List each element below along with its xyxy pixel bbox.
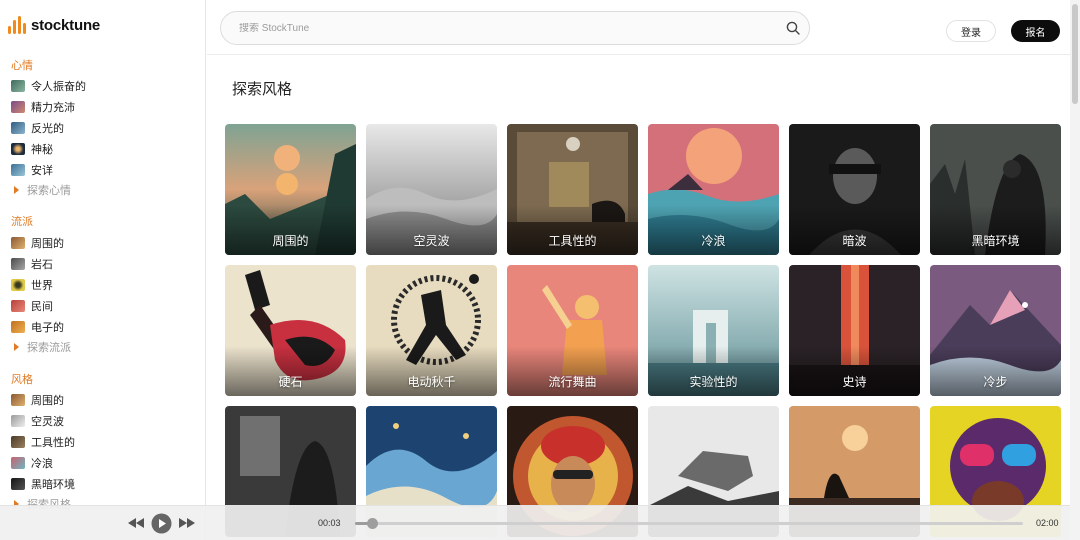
- audio-player: 00:03 02:00: [0, 505, 1070, 540]
- card-label: 冷步: [983, 375, 1008, 389]
- card-label: 流行舞曲: [548, 375, 597, 389]
- sidebar-item-ethereal[interactable]: 空灵波: [11, 412, 64, 430]
- explore-genres-link[interactable]: 探索流派: [14, 338, 71, 356]
- thumbnail-icon: [11, 143, 25, 155]
- sidebar-item-chillwave[interactable]: 冷浪: [11, 454, 53, 472]
- thumbnail-icon: [11, 457, 25, 469]
- style-card-electro-swing[interactable]: 电动秋千: [366, 265, 497, 396]
- style-card-experimental[interactable]: 实验性的: [648, 265, 779, 396]
- play-icon[interactable]: [151, 513, 172, 534]
- thumbnail-icon: [11, 258, 25, 270]
- logo[interactable]: stocktune: [8, 16, 100, 34]
- logo-icon: [8, 16, 26, 34]
- sidebar-item-electronic[interactable]: 电子的: [11, 318, 64, 336]
- thumbnail-icon: [11, 164, 25, 176]
- login-button[interactable]: 登录: [946, 20, 996, 42]
- scrollbar[interactable]: [1070, 0, 1080, 540]
- sidebar-item-mysterious[interactable]: 神秘: [11, 140, 53, 158]
- fast-forward-icon[interactable]: [179, 518, 195, 528]
- current-time: 00:03: [318, 518, 341, 528]
- section-title-style: 风格: [11, 374, 33, 386]
- sidebar-item-world[interactable]: 世界: [11, 276, 53, 294]
- sidebar-item-energetic[interactable]: 精力充沛: [11, 98, 75, 116]
- card-label: 实验性的: [689, 375, 738, 389]
- search-input[interactable]: [239, 22, 759, 34]
- thumbnail-icon: [11, 237, 25, 249]
- card-label: 工具性的: [548, 234, 597, 248]
- sidebar: stocktune 心情 令人振奋的 精力充沛 反光的 神秘 安详 探索心情 流…: [0, 0, 206, 540]
- sidebar-item-ambient-style[interactable]: 周围的: [11, 391, 64, 409]
- style-card-pop-dance[interactable]: 流行舞曲: [507, 265, 638, 396]
- sidebar-item-folk[interactable]: 民间: [11, 297, 53, 315]
- section-title-genre: 流派: [11, 216, 33, 228]
- sidebar-item-reflective[interactable]: 反光的: [11, 119, 64, 137]
- search-bar[interactable]: [220, 11, 810, 45]
- style-card-epic[interactable]: 史诗: [789, 265, 920, 396]
- card-label: 史诗: [842, 375, 867, 389]
- section-title-mood: 心情: [11, 60, 33, 72]
- sidebar-item-ambient[interactable]: 周围的: [11, 234, 64, 252]
- style-card-chillstep[interactable]: 冷步: [930, 265, 1061, 396]
- sidebar-item-rock[interactable]: 岩石: [11, 255, 53, 273]
- thumbnail-icon: [11, 436, 25, 448]
- style-card-hard-rock[interactable]: 硬石: [225, 265, 356, 396]
- page-title: 探索风格: [232, 81, 293, 98]
- thumbnail-icon: [11, 321, 25, 333]
- style-card-ambient[interactable]: 周围的: [225, 124, 356, 255]
- sidebar-item-uplifting[interactable]: 令人振奋的: [11, 77, 86, 95]
- thumbnail-icon: [11, 394, 25, 406]
- total-time: 02:00: [1036, 518, 1059, 528]
- card-label: 黑暗环境: [971, 234, 1020, 248]
- thumbnail-icon: [11, 122, 25, 134]
- card-label: 周围的: [272, 234, 309, 248]
- triangle-right-icon: [14, 186, 19, 194]
- scrollbar-thumb[interactable]: [1072, 4, 1078, 104]
- progress-track[interactable]: [355, 518, 1023, 529]
- card-label: 暗波: [842, 234, 867, 248]
- card-label: 电动秋千: [407, 375, 456, 389]
- style-card-ethereal[interactable]: 空灵波: [366, 124, 497, 255]
- thumbnail-icon: [11, 478, 25, 490]
- thumbnail-icon: [11, 101, 25, 113]
- style-card-chillwave[interactable]: 冷浪: [648, 124, 779, 255]
- sidebar-item-serene[interactable]: 安详: [11, 161, 53, 179]
- style-card-dark-ambient[interactable]: 黑暗环境: [930, 124, 1061, 255]
- style-card-darkwave[interactable]: 暗波: [789, 124, 920, 255]
- thumbnail-icon: [11, 300, 25, 312]
- sidebar-item-instrumental[interactable]: 工具性的: [11, 433, 75, 451]
- signup-button[interactable]: 报名: [1011, 20, 1060, 42]
- rewind-icon[interactable]: [128, 518, 144, 528]
- brand-name: stocktune: [31, 16, 101, 34]
- header-divider: [207, 54, 1070, 55]
- card-label: 硬石: [278, 375, 303, 389]
- thumbnail-icon: [11, 415, 25, 427]
- triangle-right-icon: [14, 343, 19, 351]
- style-card-instrumental[interactable]: 工具性的: [507, 124, 638, 255]
- thumbnail-icon: [11, 279, 25, 291]
- thumbnail-icon: [11, 80, 25, 92]
- card-label: 空灵波: [413, 234, 450, 248]
- card-label: 冷浪: [701, 234, 726, 248]
- sidebar-item-dark-ambient[interactable]: 黑暗环境: [11, 475, 75, 493]
- explore-moods-link[interactable]: 探索心情: [14, 181, 71, 199]
- progress-knob[interactable]: [366, 518, 378, 529]
- search-icon[interactable]: [785, 20, 801, 36]
